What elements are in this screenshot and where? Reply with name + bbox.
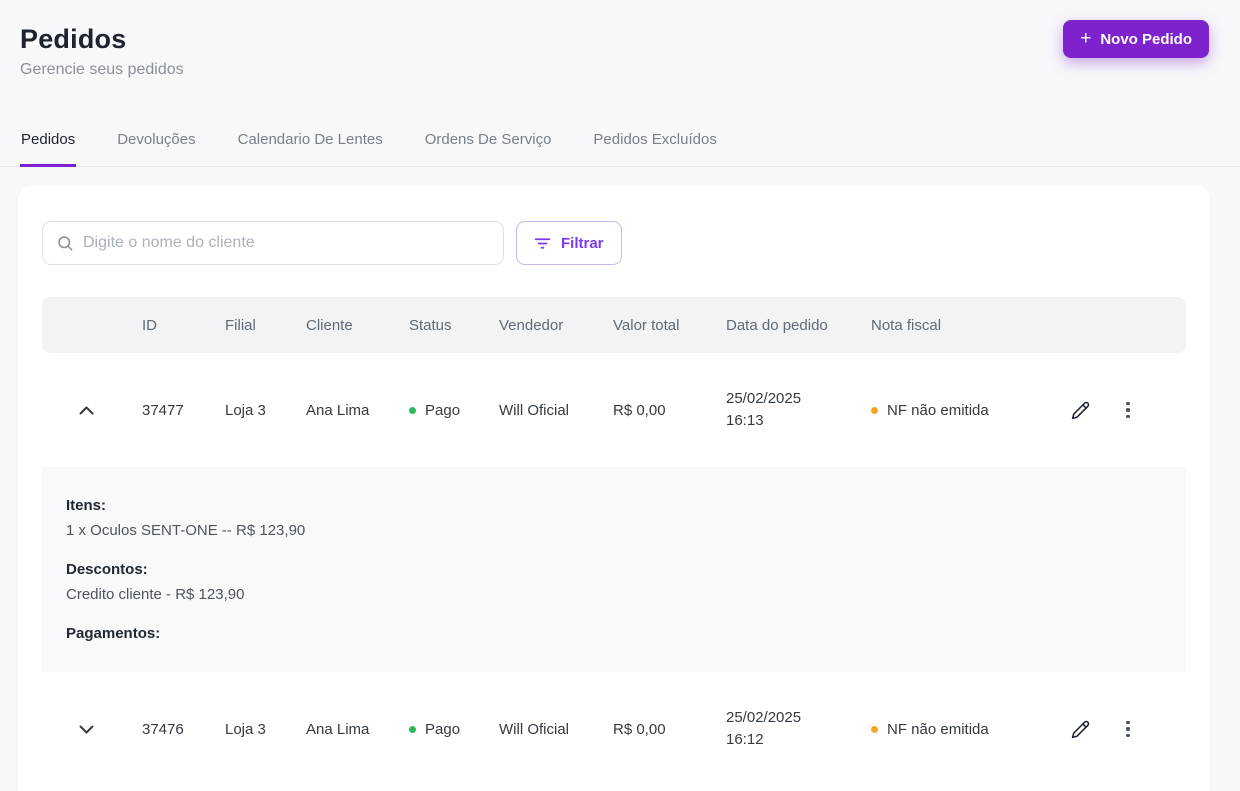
edit-order-button[interactable]: [1066, 715, 1094, 743]
col-valor-total: Valor total: [613, 316, 680, 334]
itens-label: Itens:: [66, 497, 107, 514]
tab-devolucoes[interactable]: Devoluções: [116, 131, 196, 167]
order-id: 37477: [142, 401, 184, 419]
filter-row: Filtrar: [42, 221, 1186, 265]
order-nota-fiscal: NF não emitida: [871, 721, 1061, 738]
status-paid-dot: [409, 406, 416, 414]
order-detail-panel: Itens: 1 x Oculos SENT-ONE -- R$ 123,90 …: [42, 467, 1186, 672]
kebab-icon: [1126, 720, 1130, 738]
col-cliente: Cliente: [306, 316, 353, 334]
search-icon: [58, 236, 73, 251]
chevron-up-icon: [79, 406, 93, 414]
expander-cell: [42, 715, 142, 743]
order-valor-total: R$ 0,00: [613, 401, 666, 419]
status-label: Pago: [425, 720, 461, 738]
pencil-icon: [1071, 401, 1089, 419]
new-order-button-label: Novo Pedido: [1100, 30, 1192, 48]
tab-pedidos-excluidos[interactable]: Pedidos Excluídos: [592, 131, 717, 167]
nf-label: NF não emitida: [887, 720, 989, 738]
search-box: [42, 221, 504, 265]
order-filial: Loja 3: [225, 720, 266, 738]
order-id: 37476: [142, 720, 184, 738]
new-order-button[interactable]: + Novo Pedido: [1063, 20, 1209, 58]
nf-label: NF não emitida: [887, 401, 989, 419]
order-valor-total: R$ 0,00: [613, 720, 666, 738]
tab-bar: Pedidos Devoluções Calendario De Lentes …: [0, 131, 1240, 167]
pagamentos-label: Pagamentos:: [66, 625, 161, 642]
edit-order-button[interactable]: [1066, 396, 1094, 424]
col-status: Status: [409, 316, 452, 334]
order-status: Pago: [409, 402, 499, 419]
row-actions: [1061, 715, 1186, 743]
chevron-down-icon: [79, 725, 93, 733]
order-data-pedido: 25/02/2025 16:13: [726, 388, 871, 432]
page-title: Pedidos: [20, 24, 127, 54]
row-menu-button[interactable]: [1114, 396, 1142, 424]
order-date: 25/02/2025: [726, 390, 802, 407]
expand-row-button[interactable]: [72, 715, 100, 743]
row-actions: [1061, 396, 1186, 424]
search-input[interactable]: [83, 234, 490, 252]
tab-ordens-de-servico[interactable]: Ordens De Serviço: [424, 131, 553, 167]
orders-card: Filtrar ID Filial Cliente Status Vendedo…: [18, 185, 1210, 791]
col-filial: Filial: [225, 316, 256, 334]
col-nota-fiscal: Nota fiscal: [871, 316, 942, 334]
order-data-pedido: 25/02/2025 16:12: [726, 707, 871, 751]
order-time: 16:12: [726, 731, 764, 748]
order-date: 25/02/2025: [726, 709, 802, 726]
plus-icon: +: [1080, 28, 1092, 49]
page-header: Pedidos Gerencie seus pedidos + Novo Ped…: [0, 0, 1240, 79]
orders-table: ID Filial Cliente Status Vendedor Valor …: [42, 297, 1186, 786]
descontos-label: Descontos:: [66, 561, 148, 578]
order-nota-fiscal: NF não emitida: [871, 402, 1061, 419]
nf-pending-dot: [871, 725, 878, 733]
order-vendedor: Will Oficial: [499, 720, 569, 738]
order-time: 16:13: [726, 412, 764, 429]
page-subtitle: Gerencie seus pedidos: [20, 61, 184, 78]
filter-button[interactable]: Filtrar: [516, 221, 622, 265]
order-status: Pago: [409, 721, 499, 738]
table-row: 37476 Loja 3 Ana Lima Pago Will Oficial …: [42, 672, 1186, 786]
order-cliente: Ana Lima: [306, 720, 370, 738]
filter-button-label: Filtrar: [561, 234, 604, 252]
collapse-row-button[interactable]: [72, 396, 100, 424]
pencil-icon: [1071, 720, 1089, 738]
col-data-do-pedido: Data do pedido: [726, 316, 828, 334]
col-id: ID: [142, 316, 157, 334]
status-label: Pago: [425, 401, 461, 419]
kebab-icon: [1126, 401, 1130, 419]
nf-pending-dot: [871, 406, 878, 414]
filter-lines-icon: [534, 237, 551, 249]
tab-pedidos[interactable]: Pedidos: [20, 131, 77, 167]
tab-calendario-de-lentes[interactable]: Calendario De Lentes: [237, 131, 384, 167]
expander-cell: [42, 396, 142, 424]
item-line: 1 x Oculos SENT-ONE -- R$ 123,90: [66, 522, 306, 539]
desconto-line: Credito cliente - R$ 123,90: [66, 586, 245, 603]
status-paid-dot: [409, 725, 416, 733]
order-cliente: Ana Lima: [306, 401, 370, 419]
order-vendedor: Will Oficial: [499, 401, 569, 419]
row-menu-button[interactable]: [1114, 715, 1142, 743]
order-filial: Loja 3: [225, 401, 266, 419]
table-row: 37477 Loja 3 Ana Lima Pago Will Oficial …: [42, 353, 1186, 467]
col-vendedor: Vendedor: [499, 316, 564, 334]
table-header-row: ID Filial Cliente Status Vendedor Valor …: [42, 297, 1186, 353]
